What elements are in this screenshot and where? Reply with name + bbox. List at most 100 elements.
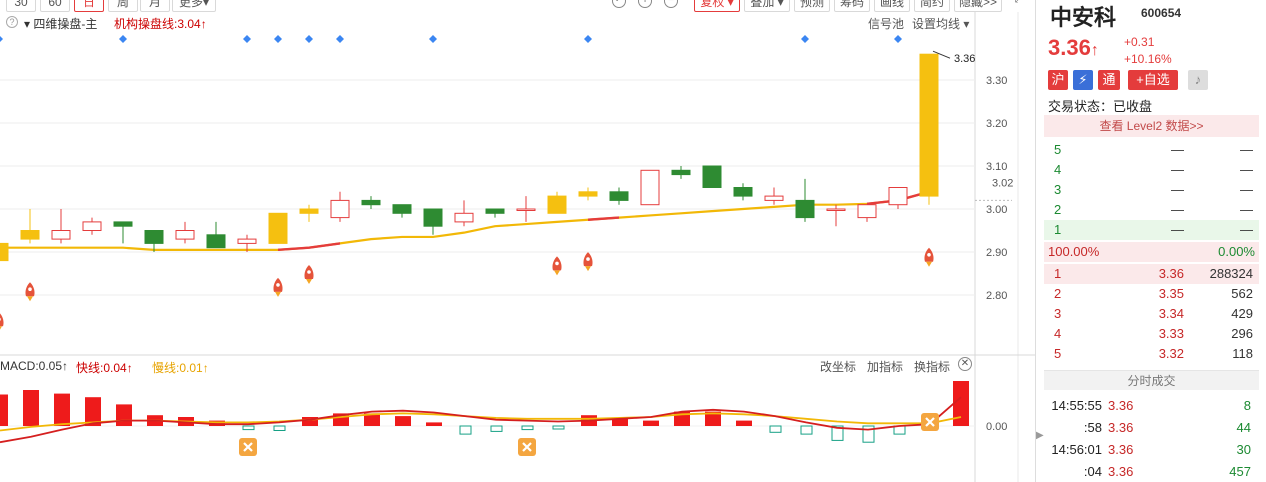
adjust-button[interactable]: 复权 ▾ <box>694 0 740 12</box>
trading-state: 交易状态：已收盘 <box>1048 99 1153 114</box>
rocket-flame <box>926 261 932 267</box>
bid-volume: 562 <box>1231 286 1253 301</box>
signal-pool-button[interactable]: 信号池 <box>868 15 904 32</box>
candle-body <box>51 230 71 240</box>
bid-level: 3 <box>1054 306 1062 321</box>
candle-body <box>795 199 815 219</box>
signal-diamond-icon <box>243 35 251 43</box>
y-tick-label: 3.20 <box>986 118 1007 130</box>
candle-body <box>702 165 722 188</box>
candle-body <box>888 187 908 206</box>
candle-body <box>0 242 9 262</box>
signal-diamond-icon <box>894 35 902 43</box>
candle-body <box>671 169 691 176</box>
rocket-flame <box>275 291 281 297</box>
ask-price: — <box>1171 142 1184 157</box>
candle-body <box>826 208 846 211</box>
bid-book: 1 3.36 288324 2 3.35 562 3 3.34 429 4 3.33 296 5… <box>1044 264 1259 364</box>
draw-line-button[interactable]: 画线 <box>874 0 910 12</box>
fullscreen-icon[interactable]: ⤢ <box>1012 0 1026 8</box>
collapse-arrow-icon[interactable]: ▶ <box>1036 430 1044 441</box>
macd-bar <box>552 425 565 430</box>
tick-row: :58 3.36 44 <box>1044 417 1259 439</box>
ask-ratio: 0.00% <box>1218 244 1255 259</box>
signal-diamond-icon <box>429 35 437 43</box>
candle-body <box>392 204 412 214</box>
up-arrow-icon: ↑ <box>1090 42 1099 59</box>
ticks-title: 分时成交 <box>1044 370 1259 390</box>
tag-shanghai[interactable]: 沪 <box>1048 70 1068 90</box>
tag-connect[interactable]: 通 <box>1098 70 1120 90</box>
candle-body <box>547 195 567 214</box>
ask-level: 2 <box>1054 202 1062 217</box>
zoom-in-icon[interactable]: + <box>638 0 652 8</box>
period-more-button[interactable]: 更多▾ <box>172 0 216 12</box>
period-toolbar: 30 60 日 周 月 更多▾ ↶ + − 复权 ▾ 叠加 ▾ 预测 筹码 画线… <box>0 0 1035 12</box>
price-tag-label: 3.36 <box>954 53 975 65</box>
change-coord-button[interactable]: 改坐标 <box>820 358 856 375</box>
bell-icon[interactable]: ♪ <box>1188 70 1208 90</box>
signal-diamond-icon <box>305 35 313 43</box>
stock-code: 600654 <box>1141 6 1182 20</box>
bid-ask-ratio: 100.00% 0.00% <box>1044 242 1259 262</box>
simple-button[interactable]: 简约 <box>914 0 950 12</box>
kline-chart[interactable]: 3.30 3.20 3.10 3.00 2.90 2.80 0.00 3.02 3.36 <box>0 0 1035 482</box>
candle-body <box>609 191 629 201</box>
candle-body <box>733 187 753 197</box>
rocket-window <box>586 257 590 261</box>
macd-fast-value: 快线:0.04↑ <box>76 361 133 375</box>
bid-volume: 118 <box>1232 346 1253 361</box>
stock-name: 中安科 <box>1050 5 1117 30</box>
indicator-name[interactable]: ▾ 四维操盘-主 <box>24 15 97 32</box>
ask-level: 5 <box>1054 142 1062 157</box>
candle-body <box>578 191 598 197</box>
signal-diamond-icon <box>0 36 3 42</box>
ask-row: 4 — — <box>1044 160 1259 180</box>
undo-icon[interactable]: ↶ <box>612 0 626 8</box>
candle-body <box>640 169 660 206</box>
bid-level: 2 <box>1054 286 1062 301</box>
candle-body <box>330 199 350 219</box>
main-indicator-header: ? ▾ 四维操盘-主 机构操盘线:3.04↑ 信号池 设置均线 ▾ <box>0 13 1035 33</box>
tick-volume: 8 <box>1243 398 1251 413</box>
signal-diamond-icon <box>584 35 592 43</box>
help-icon[interactable]: ? <box>6 16 18 28</box>
period-month-button[interactable]: 月 <box>140 0 170 12</box>
add-watchlist-button[interactable]: +自选 <box>1128 70 1178 90</box>
set-ma-button[interactable]: 设置均线 ▾ <box>912 15 969 32</box>
signal-diamond-icon <box>274 35 282 43</box>
candle-body <box>268 212 288 244</box>
bid-row: 2 3.35 562 <box>1044 284 1259 304</box>
period-day-button[interactable]: 日 <box>74 0 104 12</box>
period-60-button[interactable]: 60 <box>40 0 70 12</box>
candle-body <box>485 208 505 214</box>
period-30-button[interactable]: 30 <box>6 0 36 12</box>
level2-link[interactable]: 查看 Level2 数据>> <box>1044 115 1259 137</box>
tick-time: 14:56:01 <box>1051 442 1102 457</box>
ask-level: 1 <box>1054 222 1062 237</box>
price-change: +0.31 +10.16% <box>1124 34 1172 68</box>
tick-price: 3.36 <box>1108 464 1134 479</box>
macd-bar <box>736 420 752 426</box>
bid-price: 3.34 <box>1158 306 1184 321</box>
chips-button[interactable]: 筹码 <box>834 0 870 12</box>
ma-red-segment <box>277 242 341 252</box>
bid-row: 1 3.36 288324 <box>1044 264 1259 284</box>
bid-price: 3.35 <box>1158 286 1184 301</box>
macd-bar <box>0 394 8 426</box>
macd-value: MACD:0.05↑ <box>0 359 69 373</box>
lightning-icon[interactable]: ⚡ <box>1073 70 1093 90</box>
add-indicator-button[interactable]: 加指标 <box>867 358 903 375</box>
tick-price: 3.36 <box>1108 398 1134 413</box>
ask-volume: — <box>1240 182 1253 197</box>
ask-level: 3 <box>1054 182 1062 197</box>
close-icon[interactable]: ✕ <box>958 357 972 371</box>
hide-button[interactable]: 隐藏>> <box>954 0 1002 12</box>
bid-price: 3.33 <box>1158 326 1184 341</box>
period-week-button[interactable]: 周 <box>108 0 138 12</box>
ask-row: 2 — — <box>1044 200 1259 220</box>
zoom-out-icon[interactable]: − <box>664 0 678 8</box>
overlay-button[interactable]: 叠加 ▾ <box>744 0 790 12</box>
forecast-button[interactable]: 预测 <box>794 0 830 12</box>
switch-indicator-button[interactable]: 换指标 <box>914 358 950 375</box>
